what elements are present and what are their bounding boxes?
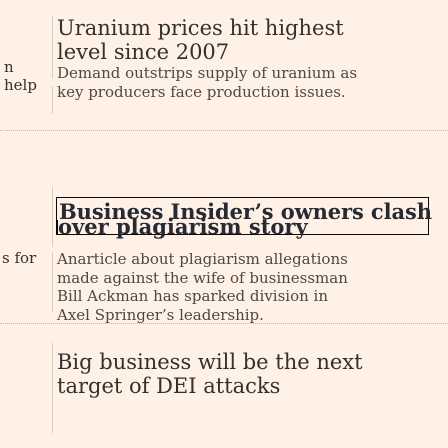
story-standfirst: Anarticle about plagiarism allegations m… xyxy=(57,250,348,324)
left-story-fragment[interactable]: n xyxy=(4,58,14,76)
column-divider xyxy=(52,187,53,247)
left-story-fragment[interactable]: help xyxy=(4,76,37,94)
column-divider xyxy=(52,86,53,114)
story-separator xyxy=(0,130,448,131)
story-headline-line2[interactable]: over plagiarism story xyxy=(58,216,308,237)
story-headline[interactable]: Uranium prices hit highest level since 2… xyxy=(57,16,387,64)
column-divider xyxy=(52,16,53,78)
story-headline[interactable]: Big business will be the next target of … xyxy=(57,350,367,398)
focus-ring-corner xyxy=(56,220,66,235)
left-story-fragment[interactable]: s for xyxy=(2,249,36,267)
column-divider xyxy=(52,252,53,312)
story-standfirst: Demand outstrips supply of uranium as ke… xyxy=(57,64,358,101)
column-divider xyxy=(52,343,53,433)
